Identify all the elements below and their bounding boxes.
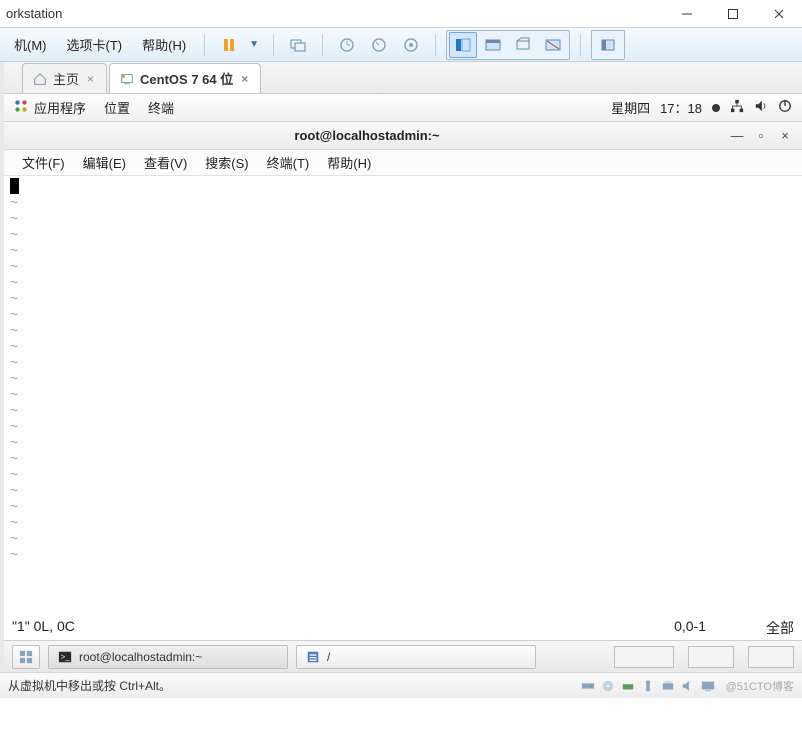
files-icon (305, 649, 321, 665)
display-icon[interactable] (700, 678, 716, 694)
menu-tabs[interactable]: 选项卡(T) (59, 31, 131, 58)
vim-status-position: 0,0-1 (674, 618, 706, 638)
device-status-icons: @51CTO博客 (580, 678, 794, 694)
watermark: @51CTO博客 (726, 678, 794, 694)
terminal-close-button[interactable]: × (776, 127, 794, 145)
terminal-menubar: 文件(F) 编辑(E) 查看(V) 搜索(S) 终端(T) 帮助(H) (4, 150, 802, 176)
vim-tildes: ~~~~~~~~~~~~~~~~~~~~~~~ (10, 194, 796, 562)
send-ctrl-alt-del-button[interactable] (284, 32, 312, 58)
window-controls (664, 0, 802, 28)
vim-status-line: "1" 0L, 0C 0,0-1 全部 (4, 616, 802, 640)
sound-card-icon[interactable] (680, 678, 696, 694)
recording-indicator-icon (712, 104, 720, 112)
tab-vm-label: CentOS 7 64 位 (140, 69, 233, 88)
cursor (10, 178, 19, 194)
stretch-button[interactable] (539, 32, 567, 58)
snapshot-revert-button[interactable] (365, 32, 393, 58)
tab-home[interactable]: 主页 × (22, 63, 107, 93)
task-files[interactable]: / (296, 645, 536, 669)
network-adapter-icon[interactable] (620, 678, 636, 694)
vmware-status-hint: 从虚拟机中移出或按 Ctrl+Alt。 (8, 677, 171, 694)
network-icon[interactable] (730, 99, 744, 116)
volume-icon[interactable] (754, 99, 768, 116)
library-group (591, 30, 625, 60)
view-mode-group (446, 30, 570, 60)
usb-icon[interactable] (640, 678, 656, 694)
task-tray-2[interactable] (748, 646, 794, 668)
terminal-menu-search[interactable]: 搜索(S) (197, 150, 256, 175)
home-icon (33, 72, 47, 86)
svg-text:>_: >_ (61, 652, 71, 661)
vmware-title: orkstation (6, 6, 62, 21)
terminal-window: root@localhostadmin:~ — ▫ × 文件(F) 编辑(E) … (4, 122, 802, 640)
hdd-icon[interactable] (580, 678, 596, 694)
tab-home-label: 主页 (53, 69, 79, 88)
guest-area: 主页 × CentOS 7 64 位 × 应用程序 位置 终端 星期四 17：1… (0, 62, 802, 672)
printer-icon[interactable] (660, 678, 676, 694)
task-files-label: / (327, 650, 330, 664)
tabstrip: 主页 × CentOS 7 64 位 × (4, 62, 802, 94)
terminal-maximize-button[interactable]: ▫ (752, 127, 770, 145)
vm-icon (120, 72, 134, 86)
terminal-titlebar[interactable]: root@localhostadmin:~ — ▫ × (4, 122, 802, 150)
gnome-places[interactable]: 位置 (104, 98, 130, 117)
snapshot-manager-button[interactable] (397, 32, 425, 58)
vim-status-right: 全部 (766, 618, 794, 638)
terminal-minimize-button[interactable]: — (728, 127, 746, 145)
terminal-body[interactable]: ~~~~~~~~~~~~~~~~~~~~~~~ (4, 176, 802, 616)
task-terminal[interactable]: >_ root@localhostadmin:~ (48, 645, 288, 669)
vmware-menubar: 机(M) 选项卡(T) 帮助(H) ▼ (0, 28, 802, 62)
cd-icon[interactable] (600, 678, 616, 694)
snapshot-take-button[interactable] (333, 32, 361, 58)
tab-vm[interactable]: CentOS 7 64 位 × (109, 63, 261, 93)
show-desktop-button[interactable] (12, 645, 40, 669)
gnome-time[interactable]: 17：18 (660, 98, 702, 117)
fullscreen-button[interactable] (479, 32, 507, 58)
tab-vm-close[interactable]: × (239, 72, 250, 86)
separator (322, 34, 323, 56)
power-group: ▼ (215, 32, 263, 58)
terminal-menu-file[interactable]: 文件(F) (14, 150, 73, 175)
terminal-menu-help[interactable]: 帮助(H) (319, 150, 379, 175)
library-button[interactable] (594, 32, 622, 58)
gnome-taskbar: >_ root@localhostadmin:~ / (4, 640, 802, 672)
gnome-applications[interactable]: 应用程序 (14, 98, 86, 117)
activities-icon (14, 99, 28, 116)
menu-help[interactable]: 帮助(H) (134, 31, 194, 58)
separator (204, 34, 205, 56)
gnome-applications-label: 应用程序 (34, 98, 86, 117)
separator (580, 34, 581, 56)
maximize-button[interactable] (710, 0, 756, 28)
terminal-icon: >_ (57, 649, 73, 665)
vmware-status-bar: 从虚拟机中移出或按 Ctrl+Alt。 @51CTO博客 (0, 672, 802, 698)
tab-home-close[interactable]: × (85, 72, 96, 86)
separator (273, 34, 274, 56)
terminal-menu-terminal[interactable]: 终端(T) (259, 150, 318, 175)
unity-button[interactable] (509, 32, 537, 58)
gnome-day[interactable]: 星期四 (611, 98, 650, 117)
console-view-button[interactable] (449, 32, 477, 58)
vmware-titlebar: orkstation (0, 0, 802, 28)
terminal-menu-view[interactable]: 查看(V) (136, 150, 195, 175)
vim-status-left: "1" 0L, 0C (12, 618, 75, 638)
menu-machine[interactable]: 机(M) (6, 31, 55, 58)
power-dropdown[interactable]: ▼ (245, 39, 263, 50)
terminal-menu-edit[interactable]: 编辑(E) (75, 150, 134, 175)
task-terminal-label: root@localhostadmin:~ (79, 650, 202, 664)
separator (435, 34, 436, 56)
task-input-method[interactable] (614, 646, 674, 668)
minimize-button[interactable] (664, 0, 710, 28)
terminal-title: root@localhostadmin:~ (12, 128, 722, 143)
power-icon[interactable] (778, 99, 792, 116)
task-tray-1[interactable] (688, 646, 734, 668)
gnome-top-bar: 应用程序 位置 终端 星期四 17：18 (4, 94, 802, 122)
close-button[interactable] (756, 0, 802, 28)
gnome-terminal-menu[interactable]: 终端 (148, 98, 174, 117)
pause-button[interactable] (215, 32, 243, 58)
